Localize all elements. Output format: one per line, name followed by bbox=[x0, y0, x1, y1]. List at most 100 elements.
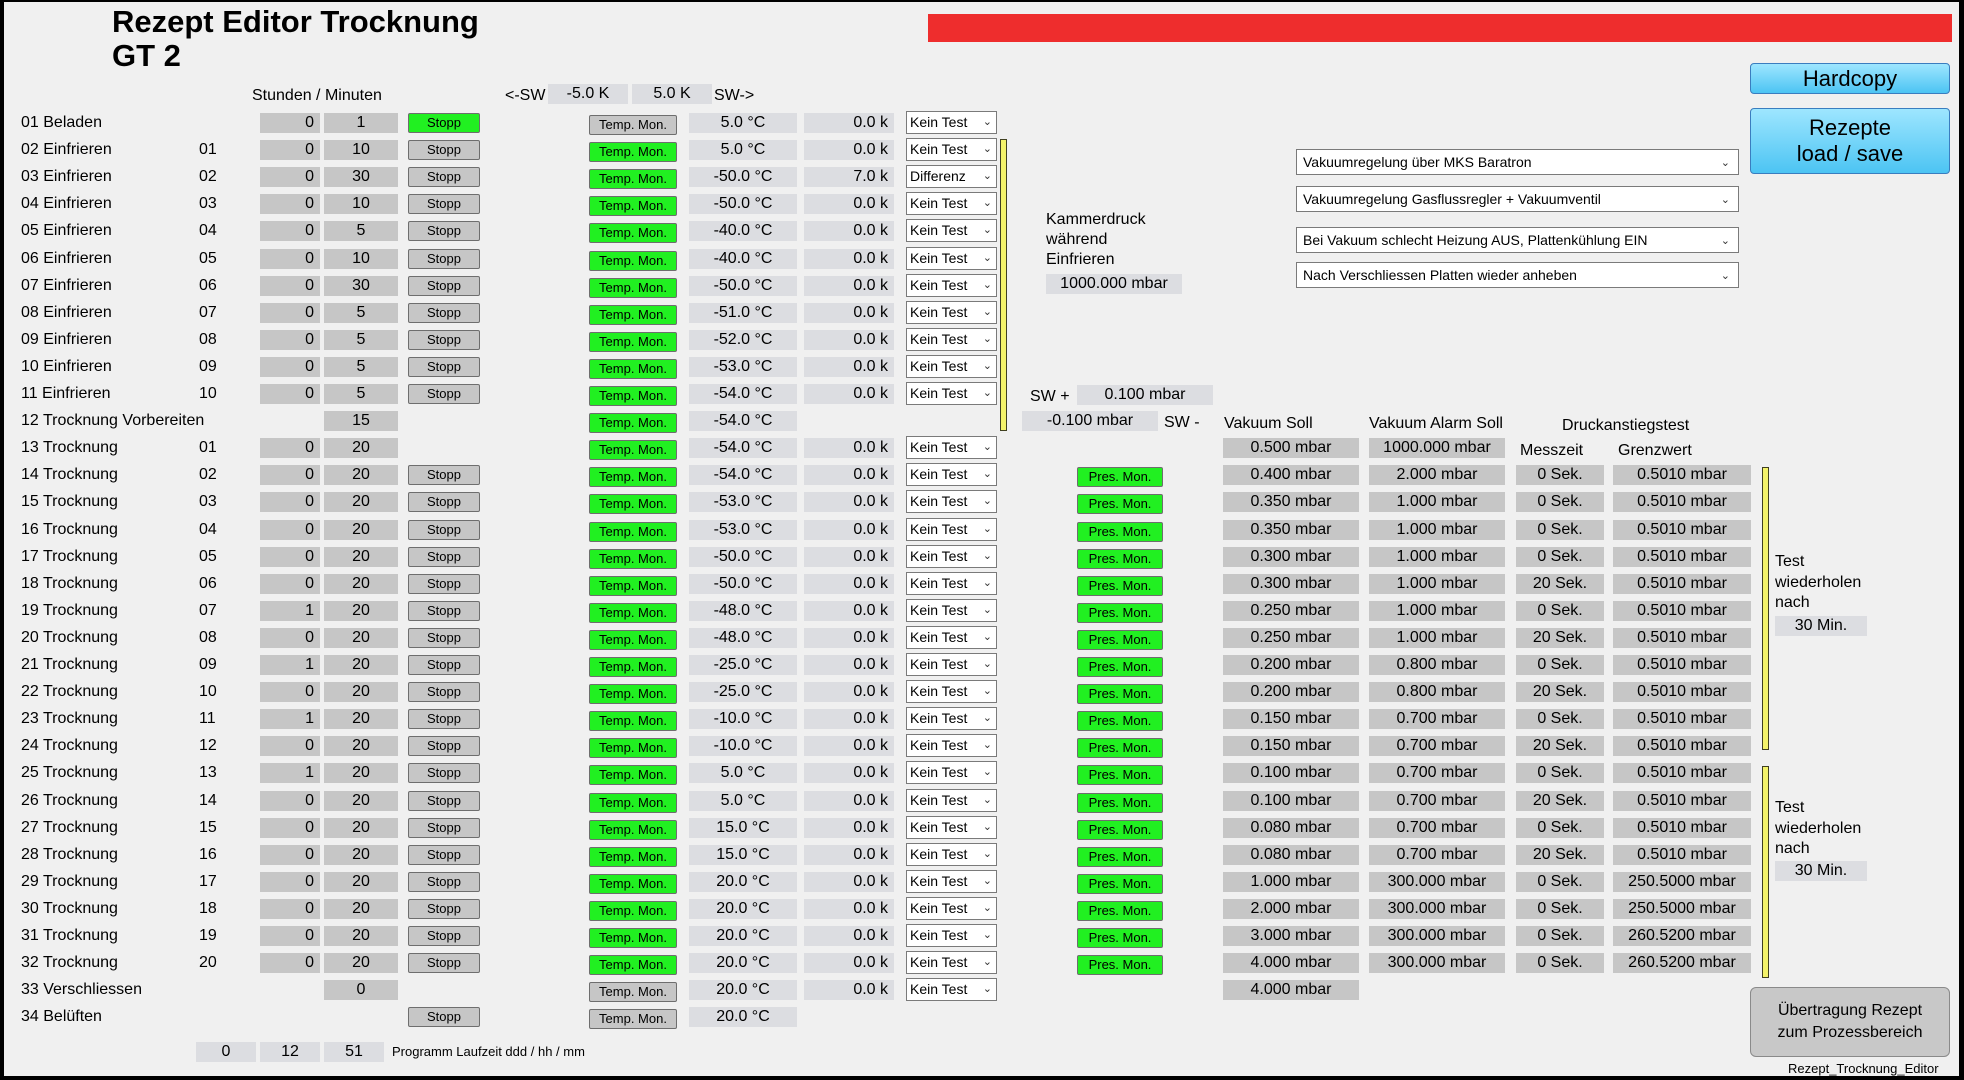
vacuum-alarm-field[interactable]: 1.000 mbar bbox=[1369, 601, 1505, 621]
pressure-monitor-button[interactable]: Pres. Mon. bbox=[1077, 738, 1163, 758]
delta-k-field[interactable]: 0.0 k bbox=[804, 709, 894, 729]
vacuum-alarm-field[interactable]: 300.000 mbar bbox=[1369, 872, 1505, 892]
test-mode-select[interactable]: Kein Test ⌄ bbox=[906, 301, 997, 324]
plates-after-closing-select[interactable]: Nach Verschliessen Platten wieder anhebe… bbox=[1296, 262, 1739, 288]
test-mode-select[interactable]: Kein Test ⌄ bbox=[906, 274, 997, 297]
limit-value-field[interactable]: 0.5010 mbar bbox=[1613, 736, 1751, 756]
test-mode-select[interactable]: Kein Test ⌄ bbox=[906, 680, 997, 703]
temperature-setpoint-field[interactable]: -50.0 °C bbox=[689, 167, 797, 187]
temperature-setpoint-field[interactable]: -54.0 °C bbox=[689, 465, 797, 485]
vacuum-setpoint-field[interactable]: 0.500 mbar bbox=[1223, 438, 1359, 458]
stopp-button[interactable]: Stopp bbox=[408, 763, 480, 783]
delta-k-field[interactable]: 0.0 k bbox=[804, 113, 894, 133]
stopp-button[interactable]: Stopp bbox=[408, 303, 480, 323]
delta-k-field[interactable]: 0.0 k bbox=[804, 194, 894, 214]
vacuum-alarm-field[interactable]: 300.000 mbar bbox=[1369, 899, 1505, 919]
hours-field[interactable]: 0 bbox=[260, 384, 320, 404]
limit-value-field[interactable]: 0.5010 mbar bbox=[1613, 655, 1751, 675]
stopp-button[interactable]: Stopp bbox=[408, 547, 480, 567]
stopp-button[interactable]: Stopp bbox=[408, 384, 480, 404]
temp-monitor-button[interactable]: Temp. Mon. bbox=[589, 820, 677, 840]
limit-value-field[interactable]: 0.5010 mbar bbox=[1613, 682, 1751, 702]
measuring-time-field[interactable]: 0 Sek. bbox=[1516, 926, 1604, 946]
limit-value-field[interactable]: 260.5200 mbar bbox=[1613, 953, 1751, 973]
temperature-setpoint-field[interactable]: -25.0 °C bbox=[689, 655, 797, 675]
temperature-setpoint-field[interactable]: -40.0 °C bbox=[689, 221, 797, 241]
temp-monitor-button[interactable]: Temp. Mon. bbox=[589, 738, 677, 758]
delta-k-field[interactable]: 0.0 k bbox=[804, 276, 894, 296]
minutes-field[interactable]: 20 bbox=[324, 899, 398, 919]
hours-field[interactable]: 0 bbox=[260, 357, 320, 377]
hours-field[interactable]: 0 bbox=[260, 899, 320, 919]
pressure-monitor-button[interactable]: Pres. Mon. bbox=[1077, 928, 1163, 948]
delta-k-field[interactable]: 0.0 k bbox=[804, 520, 894, 540]
temp-monitor-button[interactable]: Temp. Mon. bbox=[589, 874, 677, 894]
temperature-setpoint-field[interactable]: 20.0 °C bbox=[689, 926, 797, 946]
hours-field[interactable]: 1 bbox=[260, 709, 320, 729]
test-mode-select[interactable]: Kein Test ⌄ bbox=[906, 870, 997, 893]
temp-monitor-button[interactable]: Temp. Mon. bbox=[589, 711, 677, 731]
hours-field[interactable]: 0 bbox=[260, 249, 320, 269]
temp-monitor-button[interactable]: Temp. Mon. bbox=[589, 847, 677, 867]
limit-value-field[interactable]: 0.5010 mbar bbox=[1613, 845, 1751, 865]
vacuum-alarm-field[interactable]: 0.800 mbar bbox=[1369, 655, 1505, 675]
test-mode-select[interactable]: Kein Test ⌄ bbox=[906, 789, 997, 812]
vacuum-setpoint-field[interactable]: 0.250 mbar bbox=[1223, 601, 1359, 621]
vacuum-regulation-select[interactable]: Vakuumregelung Gasflussregler + Vakuumve… bbox=[1296, 186, 1739, 212]
minutes-field[interactable]: 20 bbox=[324, 709, 398, 729]
temperature-setpoint-field[interactable]: -52.0 °C bbox=[689, 330, 797, 350]
delta-k-field[interactable]: 0.0 k bbox=[804, 303, 894, 323]
temp-monitor-button[interactable]: Temp. Mon. bbox=[589, 684, 677, 704]
vacuum-alarm-field[interactable]: 0.700 mbar bbox=[1369, 763, 1505, 783]
vacuum-setpoint-field[interactable]: 0.150 mbar bbox=[1223, 709, 1359, 729]
temp-monitor-button[interactable]: Temp. Mon. bbox=[589, 1009, 677, 1029]
minutes-field[interactable]: 20 bbox=[324, 818, 398, 838]
stopp-button[interactable]: Stopp bbox=[408, 276, 480, 296]
limit-value-field[interactable]: 0.5010 mbar bbox=[1613, 709, 1751, 729]
measuring-time-field[interactable]: 0 Sek. bbox=[1516, 601, 1604, 621]
minutes-field[interactable]: 20 bbox=[324, 872, 398, 892]
minutes-field[interactable]: 20 bbox=[324, 547, 398, 567]
temp-monitor-button[interactable]: Temp. Mon. bbox=[589, 278, 677, 298]
test-mode-select[interactable]: Kein Test ⌄ bbox=[906, 192, 997, 215]
temp-monitor-button[interactable]: Temp. Mon. bbox=[589, 576, 677, 596]
temp-monitor-button[interactable]: Temp. Mon. bbox=[589, 549, 677, 569]
temperature-setpoint-field[interactable]: 20.0 °C bbox=[689, 872, 797, 892]
limit-value-field[interactable]: 0.5010 mbar bbox=[1613, 818, 1751, 838]
pressure-monitor-button[interactable]: Pres. Mon. bbox=[1077, 467, 1163, 487]
temperature-setpoint-field[interactable]: 5.0 °C bbox=[689, 791, 797, 811]
hours-field[interactable]: 0 bbox=[260, 791, 320, 811]
measuring-time-field[interactable]: 0 Sek. bbox=[1516, 655, 1604, 675]
temp-monitor-button[interactable]: Temp. Mon. bbox=[589, 793, 677, 813]
stopp-button[interactable]: Stopp bbox=[408, 465, 480, 485]
pressure-monitor-button[interactable]: Pres. Mon. bbox=[1077, 765, 1163, 785]
test-mode-select[interactable]: Kein Test ⌄ bbox=[906, 734, 997, 757]
hours-field[interactable]: 0 bbox=[260, 926, 320, 946]
hours-field[interactable]: 0 bbox=[260, 736, 320, 756]
test-mode-select[interactable]: Kein Test ⌄ bbox=[906, 382, 997, 405]
vacuum-setpoint-field[interactable]: 2.000 mbar bbox=[1223, 899, 1359, 919]
temperature-setpoint-field[interactable]: -40.0 °C bbox=[689, 249, 797, 269]
hours-field[interactable]: 0 bbox=[260, 574, 320, 594]
measuring-time-field[interactable]: 0 Sek. bbox=[1516, 763, 1604, 783]
vacuum-setpoint-field[interactable]: 0.250 mbar bbox=[1223, 628, 1359, 648]
test-mode-select[interactable]: Kein Test ⌄ bbox=[906, 328, 997, 351]
limit-value-field[interactable]: 0.5010 mbar bbox=[1613, 547, 1751, 567]
sw-plus-field[interactable]: 5.0 K bbox=[632, 84, 712, 104]
minutes-field[interactable]: 0 bbox=[324, 980, 398, 1000]
hours-field[interactable]: 0 bbox=[260, 818, 320, 838]
vacuum-setpoint-field[interactable]: 0.200 mbar bbox=[1223, 655, 1359, 675]
temp-monitor-button[interactable]: Temp. Mon. bbox=[589, 901, 677, 921]
vacuum-alarm-field[interactable]: 0.800 mbar bbox=[1369, 682, 1505, 702]
hours-field[interactable]: 0 bbox=[260, 492, 320, 512]
delta-k-field[interactable]: 0.0 k bbox=[804, 384, 894, 404]
stopp-button[interactable]: Stopp bbox=[408, 249, 480, 269]
minutes-field[interactable]: 20 bbox=[324, 465, 398, 485]
hours-field[interactable]: 0 bbox=[260, 140, 320, 160]
temperature-setpoint-field[interactable]: 20.0 °C bbox=[689, 1007, 797, 1027]
test-mode-select[interactable]: Kein Test ⌄ bbox=[906, 978, 997, 1001]
pressure-monitor-button[interactable]: Pres. Mon. bbox=[1077, 657, 1163, 677]
stopp-button[interactable]: Stopp bbox=[408, 1007, 480, 1027]
vacuum-alarm-field[interactable]: 0.700 mbar bbox=[1369, 736, 1505, 756]
vacuum-bad-action-select[interactable]: Bei Vakuum schlecht Heizung AUS, Platten… bbox=[1296, 227, 1739, 253]
